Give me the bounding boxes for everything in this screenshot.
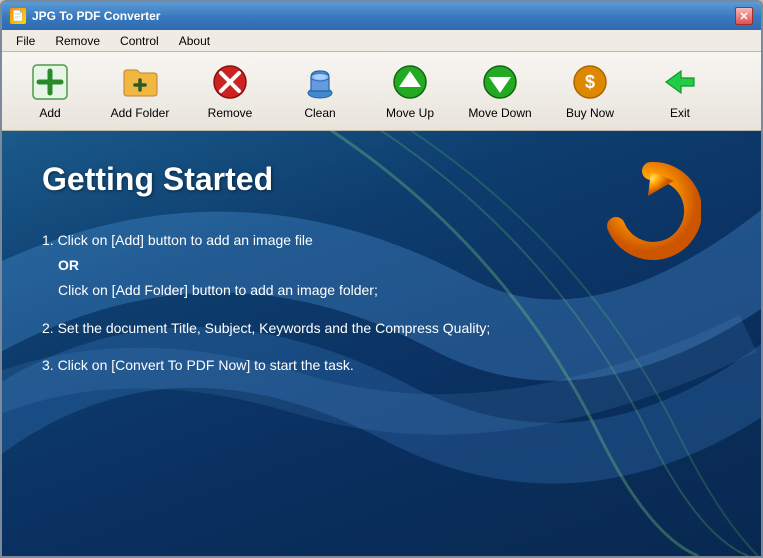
svg-text:$: $ [585,72,595,92]
menu-file[interactable]: File [6,32,45,50]
exit-icon [660,62,700,102]
menu-about[interactable]: About [169,32,220,50]
instruction-2: 2. Set the document Title, Subject, Keyw… [42,316,721,341]
title-bar: 📄 JPG To PDF Converter ✕ [2,2,761,30]
add-icon [30,62,70,102]
move-up-icon [390,62,430,102]
menu-control[interactable]: Control [110,32,169,50]
main-title: Getting Started [42,161,721,198]
instruction-2-text: 2. Set the document Title, Subject, Keyw… [42,320,490,336]
move-down-button[interactable]: Move Down [456,56,544,126]
clean-label: Clean [304,106,335,120]
clean-icon [300,62,340,102]
instruction-3-text: 3. Click on [Convert To PDF Now] to star… [42,357,354,373]
window-title: JPG To PDF Converter [32,9,160,23]
add-label: Add [39,106,60,120]
remove-icon [210,62,250,102]
menu-remove[interactable]: Remove [45,32,110,50]
buy-now-icon: $ [570,62,610,102]
add-button[interactable]: Add [6,56,94,126]
exit-button[interactable]: Exit [636,56,724,126]
title-bar-left: 📄 JPG To PDF Converter [10,8,160,24]
app-icon: 📄 [10,8,26,24]
instruction-list: 1. Click on [Add] button to add an image… [42,228,721,378]
remove-label: Remove [208,106,253,120]
add-folder-button[interactable]: Add Folder [96,56,184,126]
buy-now-label: Buy Now [566,106,614,120]
close-button[interactable]: ✕ [735,7,753,25]
instruction-1: 1. Click on [Add] button to add an image… [42,228,721,304]
or-text: OR [58,257,79,273]
content-overlay: Getting Started 1. Click on [Add] button… [2,131,761,556]
move-down-icon [480,62,520,102]
menu-bar: File Remove Control About [2,30,761,52]
instruction-1-text: 1. Click on [Add] button to add an image… [42,232,313,248]
add-folder-icon [120,62,160,102]
move-up-label: Move Up [386,106,434,120]
move-down-label: Move Down [468,106,531,120]
move-up-button[interactable]: Move Up [366,56,454,126]
buy-now-button[interactable]: $ Buy Now [546,56,634,126]
instruction-3: 3. Click on [Convert To PDF Now] to star… [42,353,721,378]
toolbar: Add Add Folder Remove [2,52,761,131]
add-folder-label: Add Folder [111,106,170,120]
main-content: Getting Started 1. Click on [Add] button… [2,131,761,556]
exit-label: Exit [670,106,690,120]
clean-button[interactable]: Clean [276,56,364,126]
instruction-1-sub: Click on [Add Folder] button to add an i… [58,282,378,298]
remove-button[interactable]: Remove [186,56,274,126]
main-window: 📄 JPG To PDF Converter ✕ File Remove Con… [0,0,763,558]
